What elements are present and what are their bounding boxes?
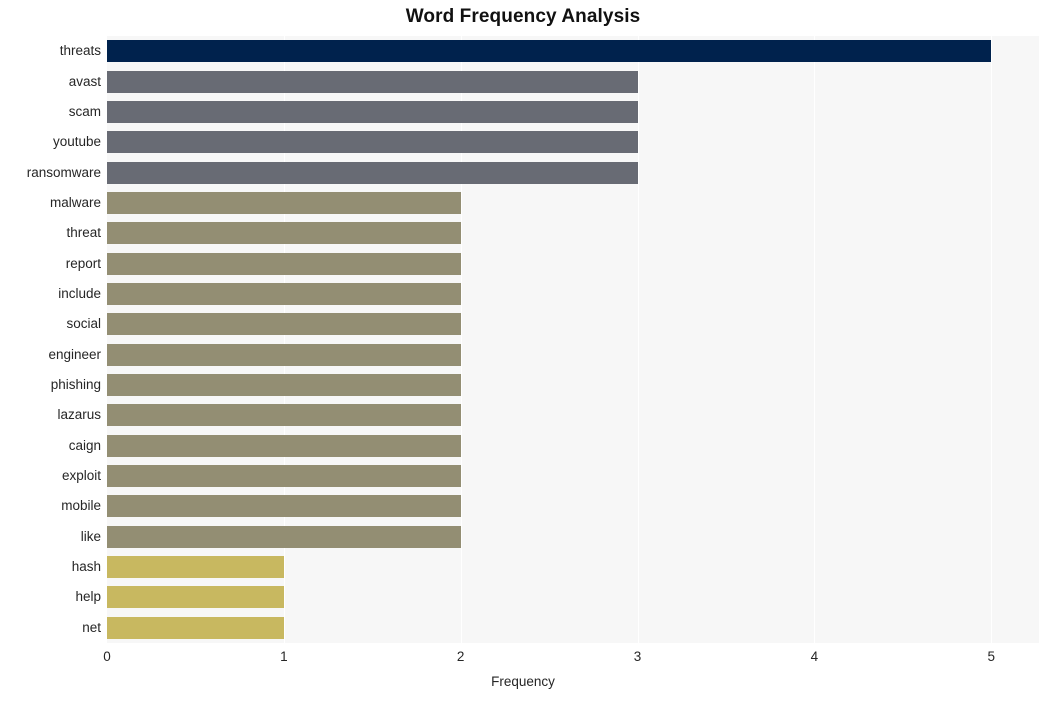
bar <box>107 465 461 488</box>
y-tick-label: threat <box>66 225 101 241</box>
y-tick-label: lazarus <box>57 407 101 423</box>
bar-series <box>107 36 1039 643</box>
y-tick-label: phishing <box>50 377 101 393</box>
bar <box>107 525 461 548</box>
bar <box>107 222 461 245</box>
y-tick-label: help <box>75 589 101 605</box>
bar <box>107 616 284 639</box>
y-tick-label: ransomware <box>26 164 101 180</box>
bar <box>107 313 461 336</box>
y-tick-label: engineer <box>48 346 101 362</box>
chart-figure: Word Frequency Analysis threats avast scam… <box>0 0 1046 701</box>
bar <box>107 252 461 275</box>
x-axis-tick-labels: 0 1 2 3 4 5 <box>0 649 1046 669</box>
y-tick-label: net <box>82 619 101 635</box>
plot-area <box>107 36 1039 643</box>
y-tick-label: mobile <box>61 498 101 514</box>
y-tick-label: avast <box>68 73 101 89</box>
y-tick-label: caign <box>68 437 101 453</box>
bar <box>107 556 284 579</box>
y-tick-label: threats <box>59 43 101 59</box>
y-axis-tick-labels: threats avast scam youtube ransomware malware… <box>0 36 101 643</box>
bar <box>107 434 461 457</box>
x-tick-label: 2 <box>456 649 465 664</box>
bar <box>107 495 461 518</box>
y-tick-label: like <box>80 528 101 544</box>
x-tick-label: 1 <box>280 649 288 664</box>
bar <box>107 40 992 63</box>
y-tick-label: report <box>65 255 101 271</box>
bar <box>107 586 284 609</box>
y-tick-label: social <box>66 316 101 332</box>
x-tick-label: 5 <box>987 649 996 664</box>
bar <box>107 100 638 123</box>
bar <box>107 70 638 93</box>
bar <box>107 343 461 366</box>
x-tick-label: 3 <box>633 649 642 664</box>
y-tick-label: youtube <box>52 134 101 150</box>
chart-title: Word Frequency Analysis <box>405 6 641 27</box>
y-tick-label: malware <box>49 194 101 210</box>
x-tick-label: 0 <box>103 649 111 664</box>
bar <box>107 282 461 305</box>
bar <box>107 161 638 184</box>
x-axis-title: Frequency <box>491 674 555 689</box>
y-tick-label: exploit <box>61 468 101 484</box>
y-tick-label: hash <box>71 559 101 575</box>
bar <box>107 191 461 214</box>
y-tick-label: scam <box>68 103 101 119</box>
bar <box>107 404 461 427</box>
x-tick-label: 4 <box>810 649 819 664</box>
bar <box>107 374 461 397</box>
y-tick-label: include <box>58 285 101 301</box>
bar <box>107 131 638 154</box>
